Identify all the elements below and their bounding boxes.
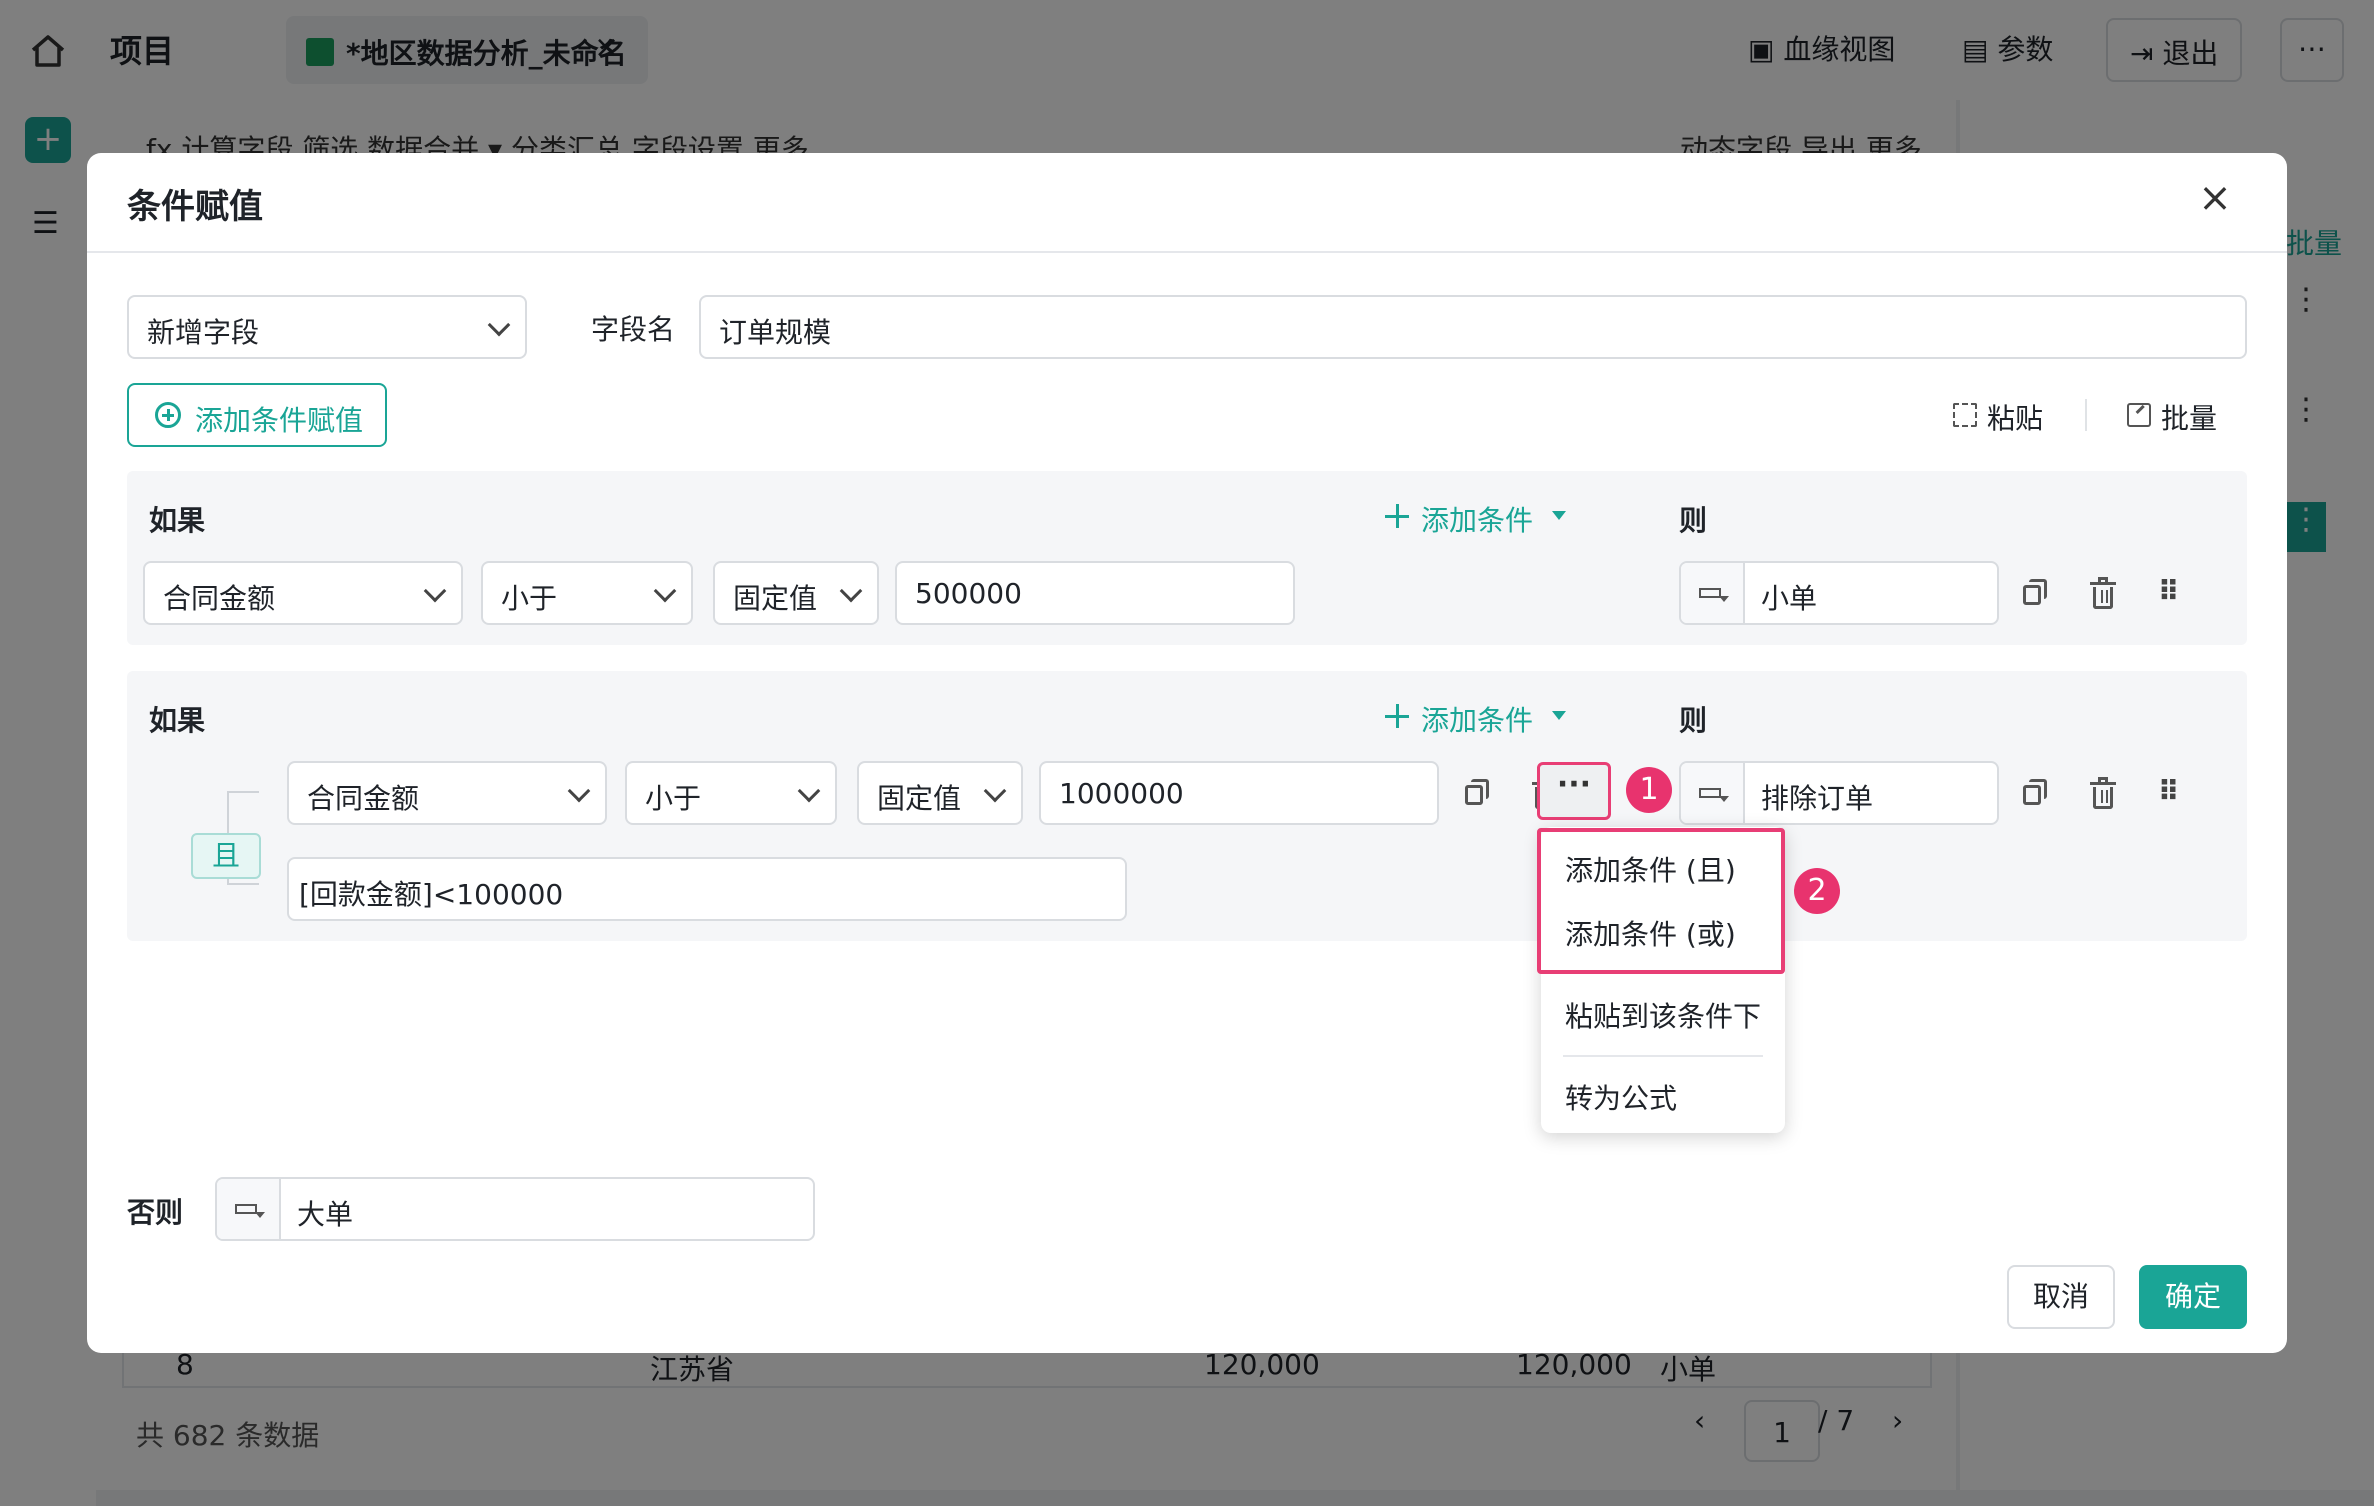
then-value-input[interactable]: 排除订单 xyxy=(1679,761,1999,825)
else-label: 否则 xyxy=(127,1196,184,1229)
add-condition-button[interactable]: 添加条件 xyxy=(1421,699,1533,739)
menu-item-paste-below[interactable]: 粘贴到该条件下 xyxy=(1565,995,1761,1035)
condition-block: 如果 添加条件 则 且 合同金额 小于 固定值 1000000 [回款金额]<1… xyxy=(127,671,2247,941)
highlight-box xyxy=(1537,828,1785,974)
copy-icon[interactable] xyxy=(2015,773,2055,813)
plus-icon xyxy=(1385,704,1409,728)
delete-icon[interactable] xyxy=(2083,573,2123,613)
drag-handle-icon[interactable]: ⠿ xyxy=(2149,573,2189,613)
if-label: 如果 xyxy=(149,704,206,737)
paste-button[interactable]: 粘贴 xyxy=(1987,397,2043,437)
close-icon[interactable]: × xyxy=(2195,178,2235,219)
field-name-label: 字段名 xyxy=(591,313,676,346)
menu-item-to-formula[interactable]: 转为公式 xyxy=(1565,1077,1677,1117)
value-type-select[interactable]: 固定值 xyxy=(857,761,1023,825)
operator-select[interactable]: 小于 xyxy=(625,761,837,825)
menu-divider xyxy=(1563,1055,1763,1057)
formula-condition-input[interactable]: [回款金额]<100000 xyxy=(287,857,1127,921)
and-badge[interactable]: 且 xyxy=(191,833,261,879)
add-condition-button[interactable]: 添加条件 xyxy=(1421,499,1533,539)
drag-handle-icon[interactable]: ⠿ xyxy=(2149,773,2189,813)
chevron-down-icon xyxy=(797,779,821,803)
tree-connector xyxy=(227,883,259,885)
confirm-button[interactable]: 确定 xyxy=(2139,1265,2247,1329)
tree-connector xyxy=(227,791,259,793)
if-label: 如果 xyxy=(149,504,206,537)
plus-icon xyxy=(1385,504,1409,528)
copy-icon[interactable] xyxy=(1457,773,1497,813)
caret-down-icon[interactable] xyxy=(1552,711,1566,720)
condition-block: 如果 添加条件 则 合同金额 小于 固定值 500000 小单 ⠿ xyxy=(127,471,2247,645)
divider xyxy=(2085,399,2087,431)
condition-field-select[interactable]: 合同金额 xyxy=(287,761,607,825)
batch-icon xyxy=(2127,403,2151,427)
condition-value-input[interactable]: 1000000 xyxy=(1039,761,1439,825)
field-name-input[interactable]: 订单规模 xyxy=(699,295,2247,359)
copy-icon[interactable] xyxy=(2015,573,2055,613)
divider xyxy=(87,251,2287,253)
cancel-button[interactable]: 取消 xyxy=(2007,1265,2115,1329)
condition-field-select[interactable]: 合同金额 xyxy=(143,561,463,625)
paste-icon xyxy=(1953,403,1977,427)
value-type-icon[interactable] xyxy=(1681,763,1745,823)
callout-badge: 2 xyxy=(1794,868,1840,914)
chevron-down-icon xyxy=(423,579,447,603)
caret-down-icon[interactable] xyxy=(1552,511,1566,520)
then-label: 则 xyxy=(1679,704,1708,737)
chevron-down-icon xyxy=(567,779,591,803)
condition-value-input[interactable]: 500000 xyxy=(895,561,1295,625)
dialog-title: 条件赋值 xyxy=(127,187,263,227)
chevron-down-icon xyxy=(487,313,511,337)
conditional-assignment-dialog: 条件赋值 × 新增字段 字段名 订单规模 添加条件赋值 粘贴 批量 如果 添加条… xyxy=(87,153,2287,1353)
add-assignment-button[interactable]: 添加条件赋值 xyxy=(127,383,387,447)
value-type-icon[interactable] xyxy=(217,1179,281,1239)
then-value-input[interactable]: 小单 xyxy=(1679,561,1999,625)
batch-button[interactable]: 批量 xyxy=(2161,397,2217,437)
value-type-select[interactable]: 固定值 xyxy=(713,561,879,625)
chevron-down-icon xyxy=(983,779,1007,803)
chevron-down-icon xyxy=(653,579,677,603)
delete-icon[interactable] xyxy=(2083,773,2123,813)
operator-select[interactable]: 小于 xyxy=(481,561,693,625)
value-type-icon[interactable] xyxy=(1681,563,1745,623)
add-circle-icon xyxy=(155,402,181,428)
else-value-input[interactable]: 大单 xyxy=(215,1177,815,1241)
callout-badge: 1 xyxy=(1626,767,1672,813)
chevron-down-icon xyxy=(839,579,863,603)
then-label: 则 xyxy=(1679,504,1708,537)
more-actions-button[interactable]: ··· xyxy=(1537,762,1611,820)
field-mode-select[interactable]: 新增字段 xyxy=(127,295,527,359)
